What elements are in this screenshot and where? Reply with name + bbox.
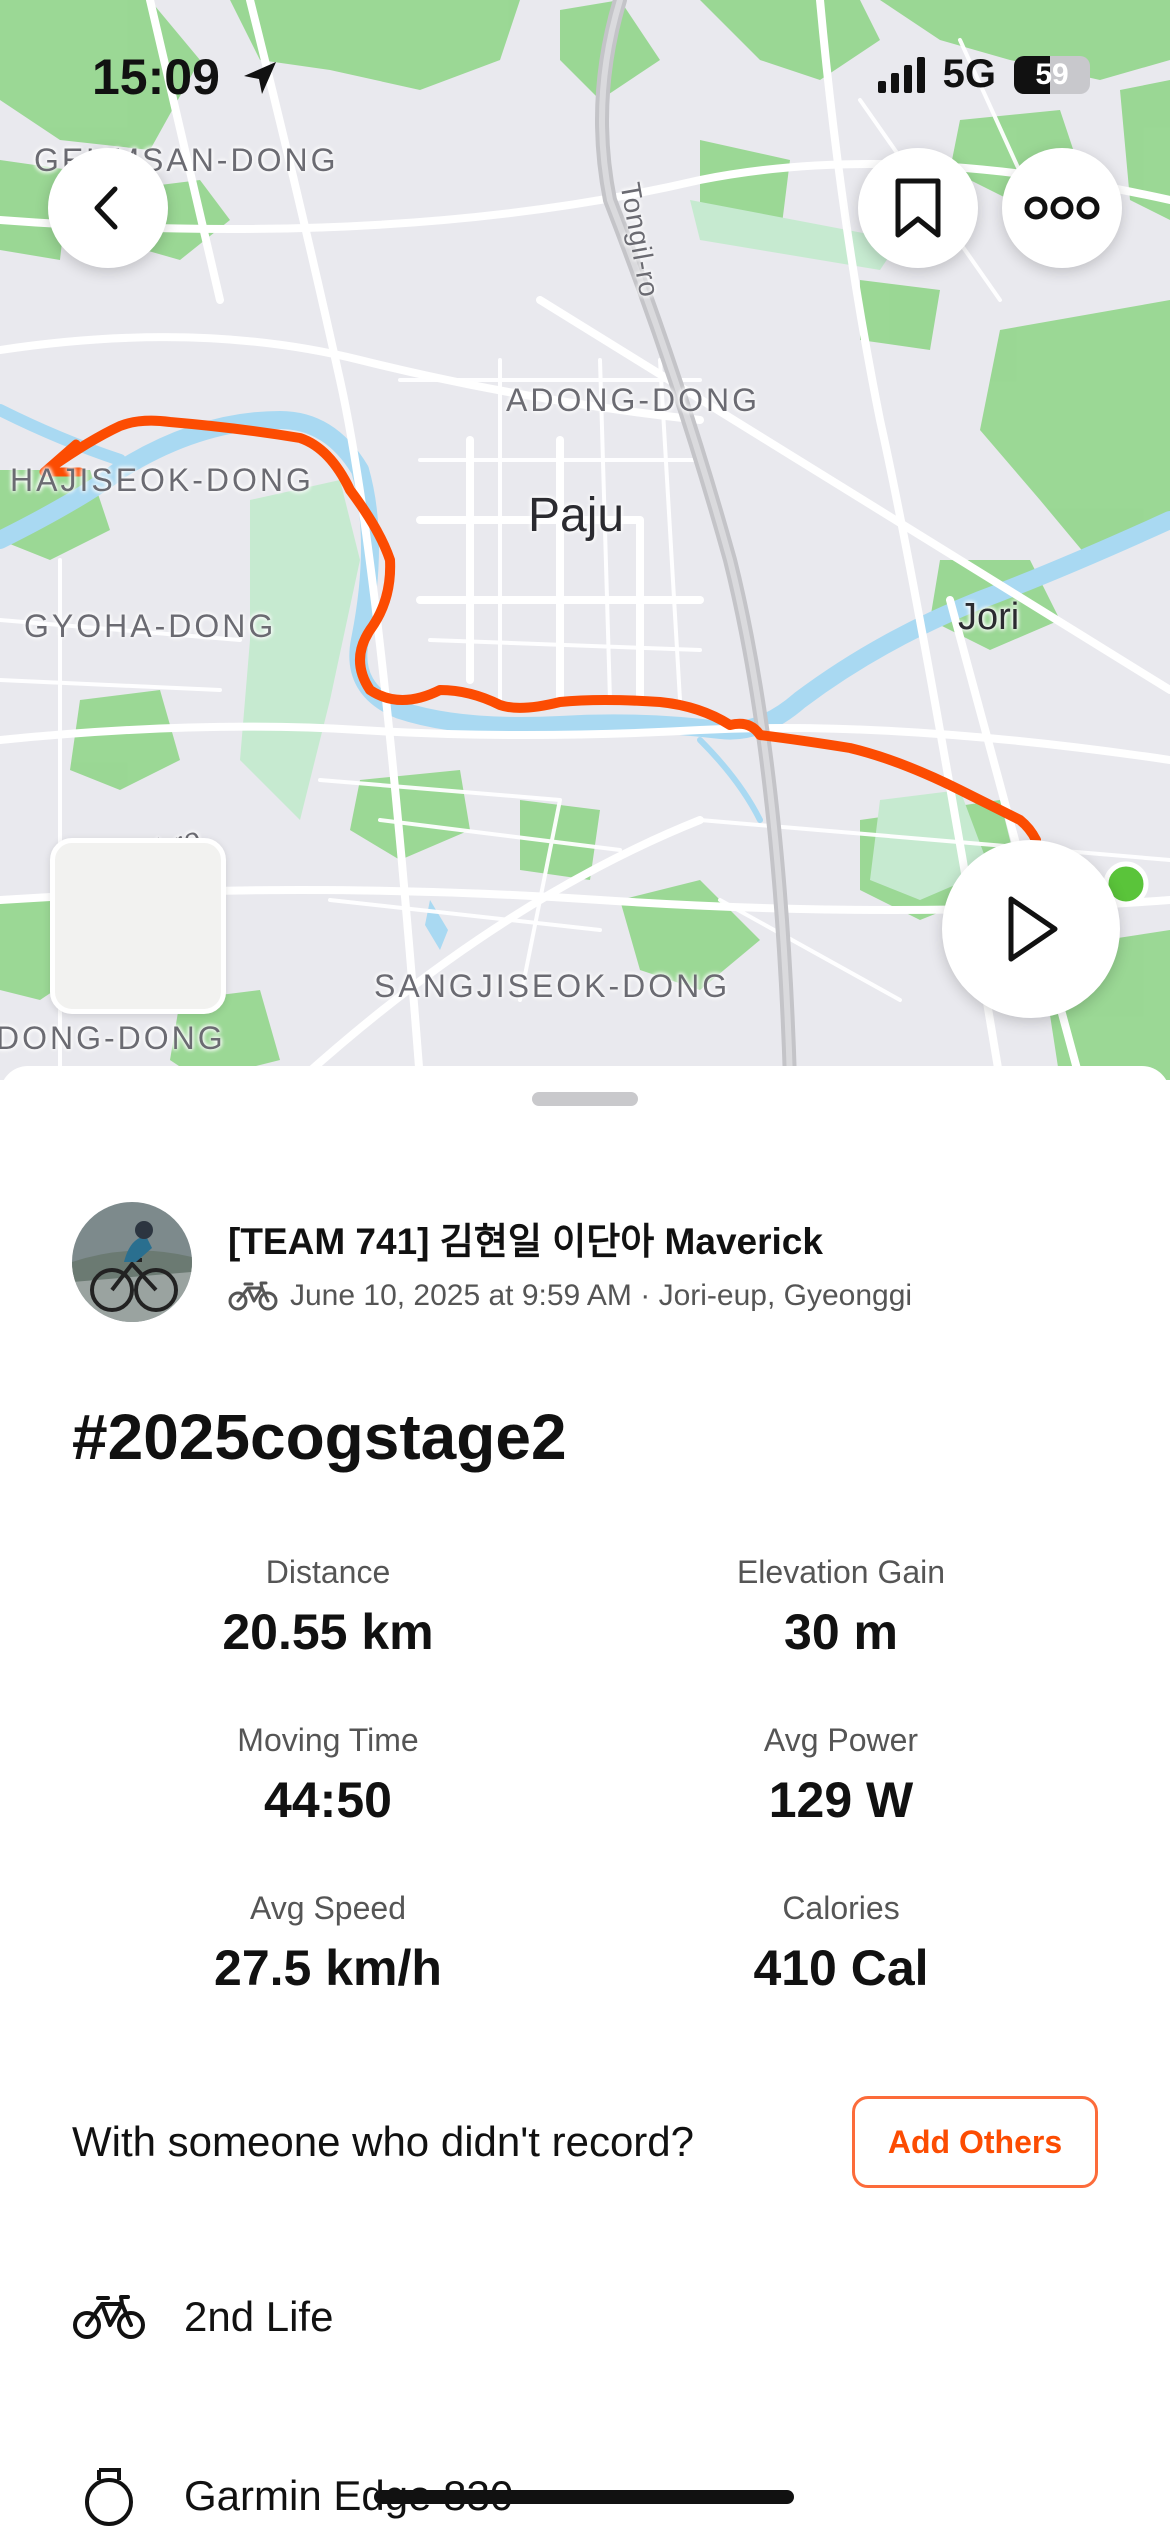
- bookmark-icon: [895, 178, 941, 238]
- athlete-info: [TEAM 741] 김현일 이단아 Maverick June 10, 202…: [228, 1211, 912, 1313]
- gear-bike-label: 2nd Life: [184, 2293, 334, 2340]
- map-label-sangjiseok: SANGJISEOK-DONG: [374, 968, 731, 1004]
- map-label-paju: Paju: [528, 489, 625, 542]
- bookmark-button[interactable]: [858, 148, 978, 268]
- stat-moving-time: Moving Time 44:50: [118, 1722, 538, 1829]
- gear-bike-row[interactable]: 2nd Life: [72, 2292, 333, 2342]
- stat-avg-power: Avg Power 129 W: [631, 1722, 1051, 1829]
- stat-label: Avg Speed: [250, 1890, 406, 1926]
- stat-label: Calories: [782, 1890, 900, 1926]
- battery-percent: 59: [1035, 57, 1069, 91]
- map-label-adong: ADONG-DONG: [506, 382, 760, 418]
- stat-value: 20.55 km: [222, 1604, 434, 1660]
- map-label-jori: Jori: [958, 596, 1020, 638]
- add-others-button[interactable]: Add Others: [852, 2096, 1098, 2188]
- stat-avg-speed: Avg Speed 27.5 km/h: [118, 1890, 538, 1997]
- play-flyover-button[interactable]: [942, 840, 1120, 1018]
- athlete-header[interactable]: [TEAM 741] 김현일 이단아 Maverick June 10, 202…: [72, 1202, 912, 1322]
- route-map[interactable]: GEUMSAN-DONG Tongil-ro ADONG-DONG HAJISE…: [0, 0, 1170, 1080]
- athlete-name[interactable]: [TEAM 741] 김현일 이단아 Maverick: [228, 1211, 912, 1265]
- bike-icon: [73, 2295, 145, 2339]
- stat-value: 129 W: [768, 1772, 914, 1828]
- stat-elevation-gain: Elevation Gain 30 m: [631, 1554, 1051, 1661]
- stat-label: Moving Time: [237, 1722, 419, 1758]
- chevron-left-icon: [94, 186, 118, 230]
- status-indicators: 5G 59: [877, 52, 1090, 97]
- stat-value: 27.5 km/h: [214, 1940, 442, 1996]
- map-label-gyoha: GYOHA-DONG: [24, 608, 277, 644]
- status-time-text: 15:09: [92, 49, 220, 105]
- stat-value: 44:50: [264, 1772, 392, 1828]
- more-button[interactable]: [1002, 148, 1122, 268]
- stat-label: Distance: [265, 1554, 391, 1590]
- cellular-signal-icon: [877, 56, 925, 93]
- battery-icon: 59: [1014, 55, 1090, 94]
- stat-label: Avg Power: [763, 1722, 919, 1758]
- location-arrow-icon: [243, 62, 276, 94]
- media-thumbnail[interactable]: [50, 838, 226, 1014]
- activity-meta: June 10, 2025 at 9:59 AM · Jori-eup, Gye…: [228, 1279, 912, 1313]
- map-label-dong: DONG-DONG: [0, 1020, 226, 1056]
- activity-date-location: June 10, 2025 at 9:59 AM · Jori-eup, Gye…: [290, 1279, 913, 1312]
- with-others-row: With someone who didn't record? Add Othe…: [72, 2096, 1098, 2188]
- watch-device-icon: [85, 2468, 133, 2526]
- play-icon: [1008, 896, 1058, 962]
- stat-distance: Distance 20.55 km: [118, 1554, 538, 1661]
- activity-detail-sheet: [TEAM 741] 김현일 이단아 Maverick June 10, 202…: [0, 1066, 1170, 2532]
- back-button[interactable]: [48, 148, 168, 268]
- bike-icon: [228, 1281, 278, 1311]
- with-others-text: With someone who didn't record?: [72, 2118, 695, 2165]
- stat-label: Elevation Gain: [736, 1554, 946, 1590]
- stat-value: 30 m: [784, 1604, 898, 1660]
- stat-calories: Calories 410 Cal: [631, 1890, 1051, 1997]
- network-type: 5G: [942, 52, 996, 96]
- stat-value: 410 Cal: [753, 1940, 929, 1996]
- avatar[interactable]: [72, 1202, 192, 1322]
- sheet-grabber[interactable]: [532, 1092, 638, 1106]
- home-indicator[interactable]: [374, 2490, 794, 2504]
- more-dots-icon: [1024, 196, 1100, 220]
- map-label-hajiseok: HAJISEOK-DONG: [10, 462, 314, 498]
- activity-title: #2025cogstage2: [72, 1401, 567, 1473]
- status-time: 15:09: [92, 48, 280, 106]
